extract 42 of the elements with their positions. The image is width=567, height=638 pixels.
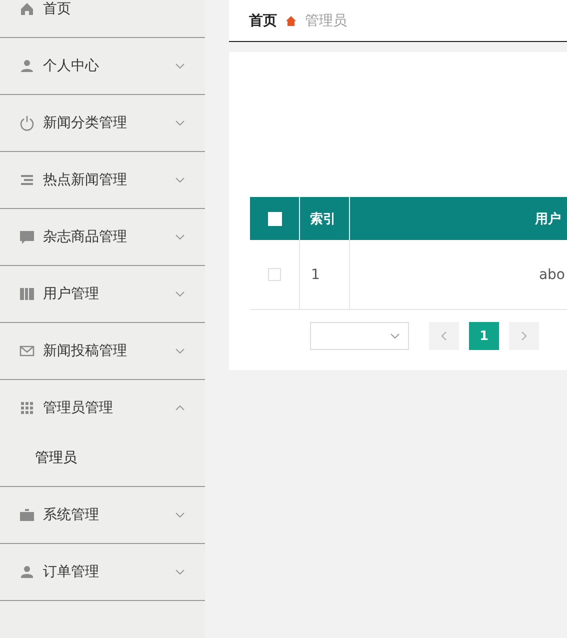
chevron-left-icon xyxy=(441,331,447,341)
grid-icon xyxy=(19,400,35,416)
chevron-icon xyxy=(175,348,185,354)
sidebar-item[interactable]: 个人中心 xyxy=(0,38,205,94)
home-icon xyxy=(19,1,35,17)
sidebar-item[interactable]: 用户管理 xyxy=(0,266,205,322)
sidebar-item[interactable]: 新闻分类管理 xyxy=(0,95,205,151)
chevron-icon xyxy=(175,63,185,69)
row-checkbox[interactable] xyxy=(268,268,281,281)
mail-icon xyxy=(19,343,35,359)
previous-page-button[interactable] xyxy=(429,322,459,350)
next-page-button[interactable] xyxy=(509,322,539,350)
book-icon xyxy=(19,286,35,302)
chevron-icon xyxy=(175,291,185,297)
chevron-icon xyxy=(175,569,185,575)
chat-icon xyxy=(19,229,35,245)
sidebar-item[interactable]: 新闻投稿管理 xyxy=(0,323,205,379)
sidebar-item[interactable]: 热点新闻管理 xyxy=(0,152,205,208)
home-icon xyxy=(285,14,297,26)
sidebar-item[interactable]: 首页 xyxy=(0,0,205,37)
user-icon xyxy=(19,564,35,580)
chevron-icon xyxy=(175,405,185,411)
breadcrumb-link[interactable]: 首页 xyxy=(249,12,277,30)
chevron-icon xyxy=(390,333,400,339)
column-header: 索引 xyxy=(300,197,350,240)
sidebar-item[interactable]: 订单管理 xyxy=(0,544,205,600)
briefcase-icon xyxy=(19,507,35,523)
chevron-icon xyxy=(175,177,185,183)
user-icon xyxy=(19,58,35,74)
page-size-select[interactable] xyxy=(310,322,409,350)
power-icon xyxy=(19,115,35,131)
list-icon xyxy=(19,172,35,188)
sidebar-item[interactable]: 杂志商品管理 xyxy=(0,209,205,265)
chevron-icon xyxy=(175,234,185,240)
column-header: 用户 xyxy=(350,197,567,240)
chevron-icon xyxy=(175,120,185,126)
table-cell: 1 xyxy=(300,240,350,310)
chevron-right-icon xyxy=(521,331,527,341)
chevron-icon xyxy=(175,512,185,518)
table-cell: abo xyxy=(350,240,567,310)
sidebar-item[interactable]: 系统管理 xyxy=(0,487,205,543)
select-all-checkbox[interactable] xyxy=(268,212,282,226)
